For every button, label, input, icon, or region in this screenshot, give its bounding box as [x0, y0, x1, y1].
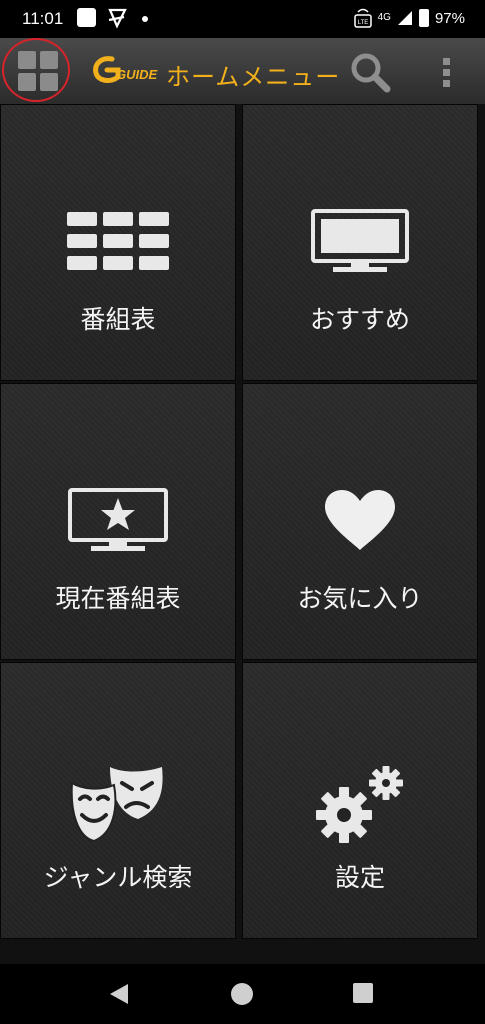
tile-label: 番組表 — [80, 305, 156, 334]
svg-text:GUIDE: GUIDE — [116, 67, 158, 82]
tile-recommended[interactable]: おすすめ — [242, 104, 478, 381]
battery-percent: 97% — [434, 9, 465, 27]
app-toolbar: GUIDE ホームメニュー — [0, 38, 485, 104]
tile-favorites[interactable]: お気に入り — [242, 383, 478, 660]
more-vert-icon[interactable] — [437, 52, 457, 92]
theater-masks-icon — [70, 767, 163, 843]
battery-icon — [418, 9, 429, 27]
home-menu-grid: 番組表 おすすめ 現在番組表 お気に入り ジャンル検索 設定 — [0, 104, 485, 964]
tv-schedule-icon — [67, 212, 169, 270]
tile-label: おすすめ — [309, 305, 410, 334]
signal-icon — [397, 11, 412, 25]
gguide-logo: GUIDE — [93, 56, 158, 83]
home-icon[interactable] — [231, 983, 253, 1005]
search-icon[interactable] — [348, 50, 392, 94]
system-nav-bar — [0, 964, 485, 1024]
tile-now-on-air[interactable]: 現在番組表 — [0, 383, 236, 660]
notification-square-icon — [77, 8, 96, 27]
highlight-ring — [2, 38, 70, 102]
tile-program-guide[interactable]: 番組表 — [0, 104, 236, 381]
dot-icon — [142, 16, 148, 22]
tile-label: ジャンル検索 — [43, 863, 193, 892]
tv-star-icon — [68, 488, 168, 551]
page-title: ホームメニュー — [166, 63, 341, 91]
network-type: 4G — [377, 12, 391, 23]
recents-icon[interactable] — [353, 983, 373, 1003]
app-notification-icon — [108, 8, 127, 29]
volte-icon: LTE — [353, 8, 372, 28]
tile-settings[interactable]: 設定 — [242, 662, 478, 939]
tile-label: お気に入り — [297, 584, 423, 613]
status-bar: 11:01 LTE 4G 97% — [0, 0, 485, 38]
heart-icon — [325, 490, 395, 550]
svg-text:LTE: LTE — [357, 20, 368, 26]
tile-genre-search[interactable]: ジャンル検索 — [0, 662, 236, 939]
back-icon[interactable] — [108, 982, 130, 1006]
status-time: 11:01 — [22, 9, 64, 28]
gears-icon — [316, 766, 403, 843]
tile-label: 設定 — [334, 863, 385, 892]
tile-label: 現在番組表 — [55, 584, 181, 613]
tv-icon — [311, 209, 409, 272]
